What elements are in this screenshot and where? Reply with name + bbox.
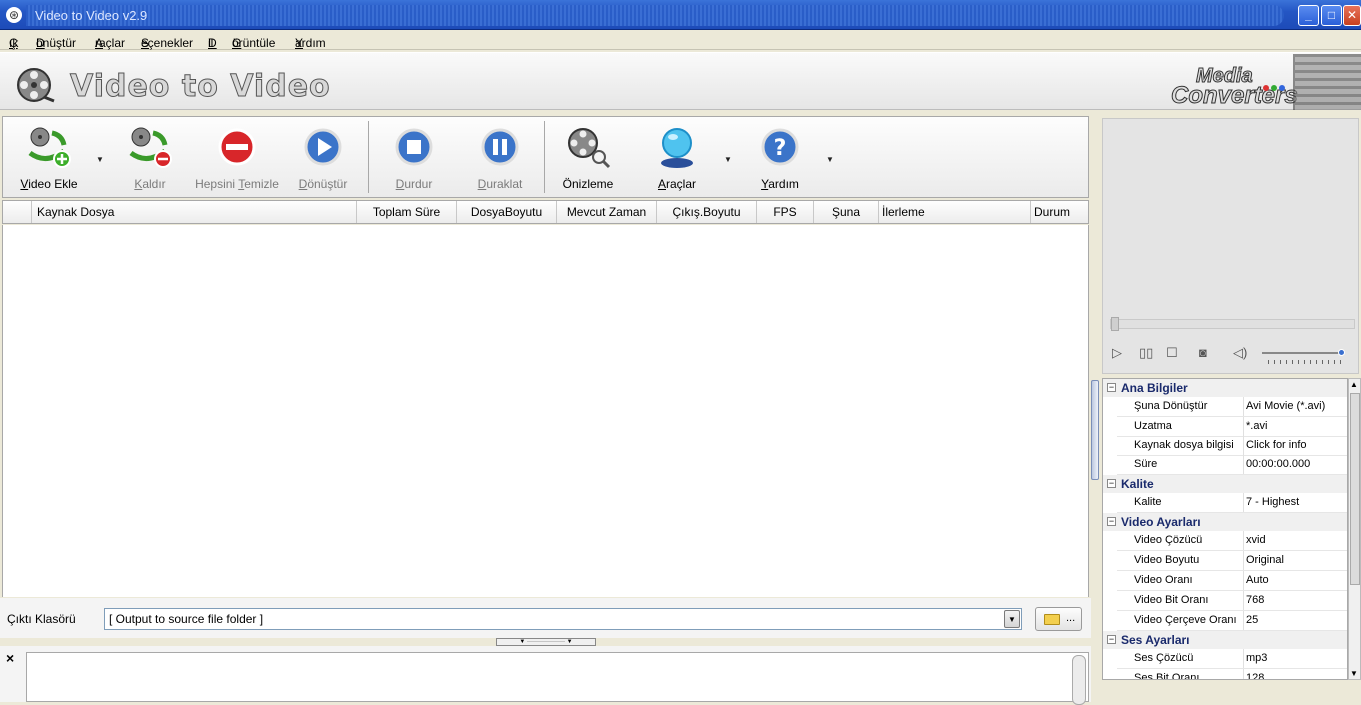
property-row[interactable]: Ses Çözücü mp3 [1117,649,1347,669]
play-icon [304,128,342,166]
toolbar-separator [368,121,369,193]
property-row[interactable]: Şuna Dönüştür Avi Movie (*.avi) [1117,397,1347,417]
collapse-icon: − [1107,516,1116,526]
browse-folder-button[interactable]: ... [1035,607,1082,631]
category-video-settings[interactable]: − Video Ayarları [1103,513,1347,531]
chevron-down-icon[interactable]: ▼ [1004,610,1020,628]
file-list-header: Kaynak Dosya Toplam Süre DosyaBoyutu Mev… [2,200,1089,224]
tools-dropdown-icon[interactable]: ▼ [724,155,732,164]
main-toolbar: Video Ekle ▼ Kaldır Hepsini Temizle Dönü… [2,116,1089,198]
media-converters-logo: Media Converters [1171,65,1299,110]
log-textbox[interactable] [26,652,1089,705]
pause-icon [481,128,519,166]
scroll-down-icon: ▼ [1350,669,1358,678]
help-icon: ? [761,128,799,166]
scroll-up-icon: ▲ [1350,380,1358,389]
add-video-dropdown-icon[interactable]: ▼ [96,155,104,164]
category-audio-settings[interactable]: − Ses Ayarları [1103,631,1347,649]
menu-bar: Çık Dönüştür Araçlar Seçenekler Dil Görü… [0,30,1361,50]
pause-icon[interactable]: ▯▯ [1139,345,1153,361]
collapse-icon: − [1107,382,1116,392]
property-row[interactable]: Ses Bit Oranı 128 [1117,669,1347,679]
help-button[interactable]: ? Yardım [740,125,820,191]
status-strip [1102,682,1361,702]
folder-icon [1044,614,1060,625]
app-title: Video to Video [70,69,331,105]
film-reel-logo-icon [17,68,55,103]
property-row[interactable]: Süre 00:00:00.000 [1117,455,1347,475]
property-row[interactable]: Video Boyutu Original [1117,551,1347,571]
seek-slider[interactable] [1110,317,1355,331]
column-current-time[interactable]: Mevcut Zaman [556,201,656,223]
remove-button[interactable]: Kaldır [110,125,190,191]
film-reel-magnifier-icon [568,128,611,169]
column-progress[interactable]: İlerleme [878,201,1030,223]
panel-collapse-grip[interactable] [1091,380,1099,480]
collapse-icon: − [1107,478,1116,488]
collapse-icon: − [1107,634,1116,644]
clear-all-button[interactable]: Hepsini Temizle [191,125,283,191]
snapshot-camera-icon[interactable]: ◙ [1199,345,1207,360]
seek-thumb[interactable] [1111,317,1119,331]
output-folder-row: Çıktı Klasörü [ Output to source file fo… [0,598,1091,638]
remove-video-icon [129,127,172,168]
stop-icon[interactable]: ☐ [1166,345,1178,361]
volume-icon[interactable]: ◁) [1233,345,1247,361]
properties-grid: − Ana Bilgiler Şuna Dönüştür Avi Movie (*.… [1102,378,1348,680]
play-icon[interactable]: ▷ [1112,345,1122,361]
volume-thumb[interactable] [1338,349,1345,356]
close-log-icon[interactable]: × [6,650,14,666]
column-target[interactable]: Şuna [813,201,878,223]
close-button[interactable]: ✕ [1343,5,1361,26]
column-output-size[interactable]: Çıkış.Boyutu [656,201,756,223]
tools-button[interactable]: Araçlar [637,125,717,191]
title-bar: ⊛ Video to Video v2.9 _ □ ✕ [0,0,1361,30]
column-status[interactable]: Durum [1030,201,1088,223]
tools-globe-icon [661,128,693,168]
property-row[interactable]: Video Bit Oranı 768 [1117,591,1347,611]
toolbar-separator [544,121,545,193]
property-row[interactable]: Kaynak dosya bilgisi Click for info [1117,436,1347,456]
property-row[interactable]: Uzatma *.avi [1117,417,1347,437]
log-scrollbar[interactable] [1072,655,1086,705]
column-fps[interactable]: FPS [756,201,813,223]
property-row[interactable]: Kalite 7 - Highest [1117,493,1347,513]
add-video-icon [28,127,71,168]
app-header: Video to Video Media Converters [0,52,1361,110]
app-icon[interactable]: ⊛ [6,7,22,23]
stop-icon [395,128,433,166]
output-folder-label: Çıktı Klasörü [7,612,76,626]
help-dropdown-icon[interactable]: ▼ [826,155,834,164]
scrollbar-thumb[interactable] [1350,393,1360,585]
category-quality[interactable]: − Kalite [1103,475,1347,493]
output-folder-combo[interactable]: [ Output to source file folder ] ▼ [104,608,1022,630]
category-main-info[interactable]: − Ana Bilgiler [1103,379,1347,397]
column-source-file[interactable]: Kaynak Dosya [31,201,356,223]
properties-scrollbar[interactable]: ▲ ▼ [1348,378,1361,680]
title-bar-stripe [26,5,1284,26]
column-file-size[interactable]: DosyaBoyutu [456,201,556,223]
property-row[interactable]: Video Oranı Auto [1117,571,1347,591]
column-total-duration[interactable]: Toplam Süre [356,201,456,223]
maximize-button[interactable]: □ [1321,5,1342,26]
stop-button[interactable]: Durdur [374,125,454,191]
volume-slider[interactable] [1262,349,1345,356]
svg-text:?: ? [774,136,787,161]
video-preview-area [1102,118,1359,374]
log-splitter-handle[interactable]: ▼ ··················· ▼ [496,638,596,646]
no-entry-icon [218,128,256,166]
pause-button[interactable]: Duraklat [460,125,540,191]
convert-button[interactable]: Dönüştür [283,125,363,191]
log-panel: × [0,646,1091,705]
property-row[interactable]: Video Çözücü xvid [1117,531,1347,551]
minimize-button[interactable]: _ [1298,5,1319,26]
preview-button[interactable]: Önizleme [548,125,628,191]
volume-ticks [1268,360,1344,364]
film-strip-decoration [1293,54,1361,110]
add-video-button[interactable]: Video Ekle [9,125,89,191]
file-list[interactable] [2,225,1089,597]
property-row[interactable]: Video Çerçeve Oranı 25 [1117,611,1347,631]
window-title: Video to Video v2.9 [35,8,148,23]
